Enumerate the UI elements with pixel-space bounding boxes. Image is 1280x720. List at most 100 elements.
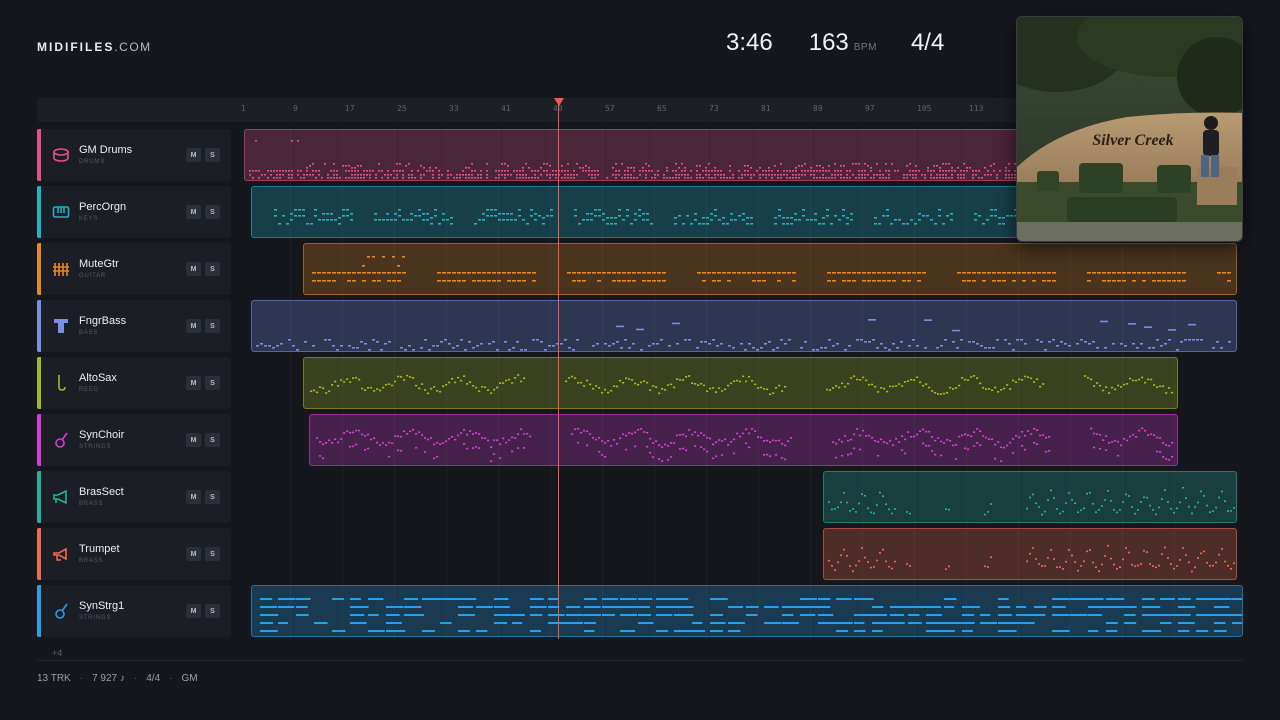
footer-signature: 4/4: [146, 673, 161, 684]
clip-notes: [827, 544, 1235, 573]
ruler-tick: 1: [241, 104, 246, 113]
ruler-tick: 33: [449, 104, 459, 113]
track-category: GUITAR: [79, 273, 107, 279]
mute-button[interactable]: M: [186, 376, 201, 390]
track-color-accent: [37, 528, 41, 580]
midi-clip[interactable]: [302, 357, 1178, 409]
midi-clip[interactable]: [822, 471, 1237, 523]
track-header-synchoir[interactable]: SynChoir STRINGS M S: [37, 414, 231, 466]
mute-button[interactable]: M: [186, 205, 201, 219]
solo-button[interactable]: S: [205, 319, 220, 333]
mute-button[interactable]: M: [186, 433, 201, 447]
mute-button[interactable]: M: [186, 148, 201, 162]
sax-icon: [52, 374, 70, 392]
separator-dot: ·: [79, 673, 84, 684]
midi-clip[interactable]: [250, 186, 1126, 238]
mute-button[interactable]: M: [186, 262, 201, 276]
midi-standard: GM: [181, 673, 198, 684]
more-tracks-label[interactable]: +4: [52, 648, 62, 658]
track-name: SynChoir: [79, 429, 125, 441]
mute-button[interactable]: M: [186, 547, 201, 561]
ruler-tick: 41: [501, 104, 511, 113]
album-cover-art: Silver Creek: [1017, 17, 1242, 241]
bass-icon: [52, 317, 70, 335]
track-name: BrasSect: [79, 486, 124, 498]
brand-logo[interactable]: MIDIFILES.COM: [37, 40, 152, 54]
clip-notes: [309, 374, 1173, 396]
mute-button[interactable]: M: [186, 490, 201, 504]
track-name: AltoSax: [79, 372, 117, 384]
clip-notes: [273, 209, 1121, 225]
clip-notes: [827, 487, 1235, 516]
track-color-accent: [37, 300, 41, 352]
solo-button[interactable]: S: [205, 490, 220, 504]
solo-button[interactable]: S: [205, 547, 220, 561]
solo-button[interactable]: S: [205, 433, 220, 447]
track-category: REED: [79, 387, 99, 393]
midi-clip[interactable]: [250, 585, 1243, 637]
midi-clip[interactable]: [244, 129, 1126, 181]
ruler-tick: 113: [969, 104, 984, 113]
guitar-icon: [52, 260, 70, 278]
mute-button[interactable]: M: [186, 604, 201, 618]
solo-button[interactable]: S: [205, 205, 220, 219]
brand-suffix: .COM: [114, 40, 152, 54]
track-category: BASS: [79, 330, 99, 336]
track-category: BRASS: [79, 501, 104, 507]
solo-button[interactable]: S: [205, 604, 220, 618]
ruler-tick: 89: [813, 104, 823, 113]
violin-icon: [52, 431, 70, 449]
clip-notes: [311, 256, 1231, 282]
track-header-mutegtr[interactable]: MuteGtr GUITAR M S: [37, 243, 231, 295]
track-header-fngrbass[interactable]: FngrBass BASS M S: [37, 300, 231, 352]
separator-dot: ·: [169, 673, 173, 684]
track-header-percorgn[interactable]: PercOrgn KEYS M S: [37, 186, 231, 238]
track-name: FngrBass: [79, 315, 127, 327]
track-header-gm-drums[interactable]: GM Drums DRUMS M S: [37, 129, 231, 181]
track-name: Trumpet: [79, 543, 120, 555]
violin-icon: [52, 602, 70, 620]
solo-button[interactable]: S: [205, 148, 220, 162]
tempo-unit: BPM: [853, 42, 877, 53]
playhead-line[interactable]: [558, 99, 559, 639]
midi-clip[interactable]: [309, 414, 1178, 466]
midi-clip[interactable]: [302, 243, 1237, 295]
time-signature-value: 4/4: [910, 29, 945, 56]
playhead-marker[interactable]: [554, 98, 564, 106]
track-color-accent: [37, 243, 41, 295]
note-count: 7 927 ♪: [92, 673, 125, 684]
track-category: BRASS: [79, 558, 104, 564]
track-category: DRUMS: [79, 159, 105, 165]
ruler-tick: 17: [345, 104, 355, 113]
track-name: PercOrgn: [79, 201, 127, 213]
clip-notes: [249, 140, 1124, 179]
midi-clip[interactable]: [250, 300, 1237, 352]
horn-icon: [52, 488, 70, 506]
track-color-accent: [37, 129, 41, 181]
track-count: 13 TRK: [37, 673, 71, 684]
track-header-brassect[interactable]: BrasSect BRASS M S: [37, 471, 231, 523]
midi-clip[interactable]: [822, 528, 1237, 580]
footer-summary: 13 TRK · 7 927 ♪ · 4/4 · GM: [37, 673, 198, 684]
trumpet-icon: [52, 545, 70, 563]
ruler-tick: 81: [761, 104, 771, 113]
track-color-accent: [37, 186, 41, 238]
ruler-tick: 57: [605, 104, 615, 113]
separator-dot: ·: [133, 673, 138, 684]
tempo-value: 163: [808, 29, 849, 56]
solo-button[interactable]: S: [205, 376, 220, 390]
track-header-altosax[interactable]: AltoSax REED M S: [37, 357, 231, 409]
track-name: GM Drums: [79, 144, 133, 156]
track-color-accent: [37, 357, 41, 409]
clip-notes: [259, 598, 1243, 632]
duration-value: 3:46: [726, 29, 773, 56]
album-caption: Silver Creek: [1092, 132, 1173, 149]
song-stats: 3:46 163 BPM 4/4: [726, 29, 944, 57]
solo-button[interactable]: S: [205, 262, 220, 276]
track-header-synstrg1[interactable]: SynStrg1 STRINGS M S: [37, 585, 231, 637]
clip-notes: [255, 318, 1231, 351]
mute-button[interactable]: M: [186, 319, 201, 333]
ruler-tick: 105: [917, 104, 932, 113]
album-cover: Silver Creek: [1016, 16, 1243, 242]
track-header-trumpet[interactable]: Trumpet BRASS M S: [37, 528, 231, 580]
